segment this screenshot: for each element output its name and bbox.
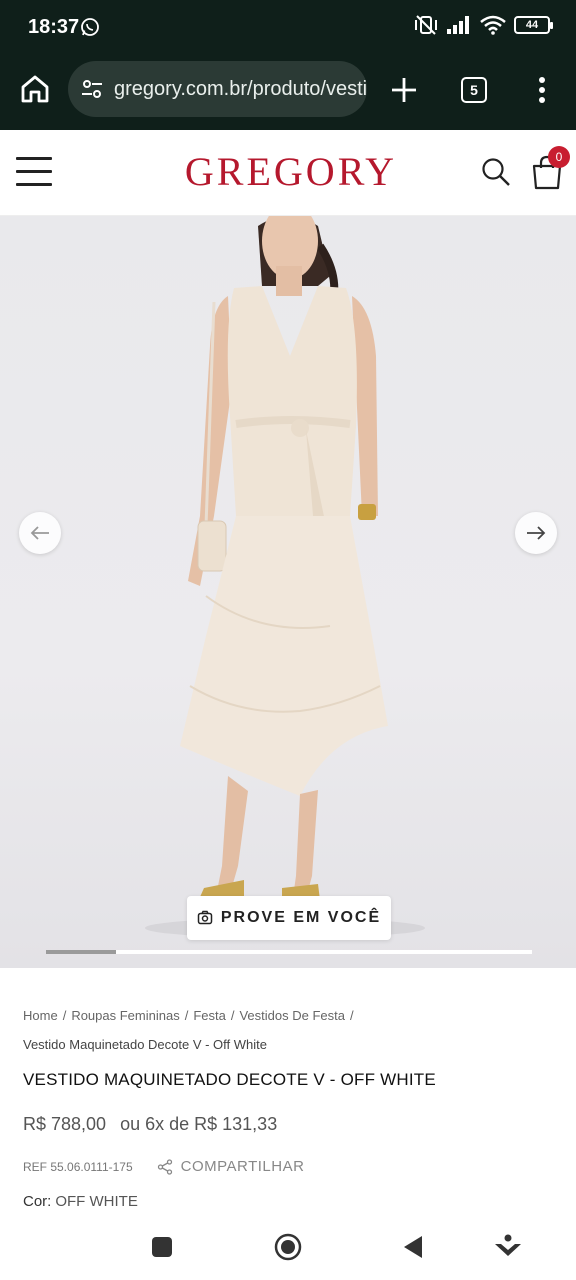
breadcrumb: Home / Roupas Femininas / Festa / Vestidos De … xyxy=(23,1001,563,1059)
product-ref: REF 55.06.0111-175 xyxy=(23,1159,133,1174)
plus-icon[interactable] xyxy=(386,72,422,108)
home-icon[interactable] xyxy=(18,72,52,106)
product-price: R$ 788,00 xyxy=(23,1114,107,1134)
share-label: COMPARTILHAR xyxy=(180,1158,305,1175)
tab-switcher-button[interactable]: 5 xyxy=(461,77,487,103)
color-label: Cor: xyxy=(23,1193,52,1210)
site-logo[interactable]: GREGORY xyxy=(176,148,406,195)
breadcrumb-separator: / xyxy=(230,1008,235,1023)
search-icon[interactable] xyxy=(480,156,512,188)
product-photo xyxy=(145,216,425,938)
home-circle-icon[interactable] xyxy=(273,1232,303,1262)
site-header: GREGORY xyxy=(0,130,576,216)
previous-image-button[interactable] xyxy=(19,512,61,554)
breadcrumb-home[interactable]: Home xyxy=(23,1008,58,1023)
arrow-left-icon xyxy=(30,526,49,540)
breadcrumb-current: Vestido Maquinetado Decote V - Off White xyxy=(23,1037,268,1052)
price-row: R$ 788,00 ou 6x de R$ 131,33 xyxy=(23,1114,277,1135)
wifi-icon xyxy=(480,15,506,35)
status-time: 18:37 xyxy=(28,16,80,38)
signal-icon xyxy=(447,16,469,34)
try-on-label: PROVE EM VOCÊ xyxy=(220,909,382,926)
color-row: Cor: OFF WHITE xyxy=(23,1193,138,1210)
url-text[interactable]: gregory.com.br/produto/vestido-maquineta… xyxy=(114,78,367,101)
status-bar: 18:37 44 xyxy=(0,0,576,56)
breadcrumb-roupas-femininas[interactable]: Roupas Femininas xyxy=(71,1008,179,1023)
browser-chrome: 18:37 44 gregory.com.br/produto/vesti 5 xyxy=(0,0,576,130)
status-icons: 44 xyxy=(414,14,553,36)
breadcrumb-separator: / xyxy=(184,1008,189,1023)
back-icon[interactable] xyxy=(398,1232,428,1262)
hamburger-icon[interactable] xyxy=(16,157,52,187)
next-image-button[interactable] xyxy=(515,512,557,554)
breadcrumb-festa[interactable]: Festa xyxy=(193,1008,226,1023)
gallery-progress-fill xyxy=(46,950,117,954)
camera-icon xyxy=(197,910,213,925)
cart-count-badge[interactable]: 0 xyxy=(548,146,570,168)
assistant-icon[interactable] xyxy=(493,1232,523,1262)
breadcrumb-separator: / xyxy=(62,1008,67,1023)
battery-level: 44 xyxy=(525,19,539,31)
installments: ou 6x de R$ 131,33 xyxy=(120,1114,278,1134)
try-on-button[interactable]: PROVE EM VOCÊ xyxy=(187,896,391,940)
tab-count: 5 xyxy=(470,82,478,98)
share-icon xyxy=(157,1158,172,1175)
vibrate-off-icon xyxy=(415,15,437,35)
recents-icon[interactable] xyxy=(147,1232,177,1262)
url-bar[interactable]: gregory.com.br/produto/vestido-maquineta… xyxy=(68,61,367,117)
battery-icon: 44 xyxy=(514,16,553,34)
product-title: VESTIDO MAQUINETADO DECOTE V - OFF WHITE xyxy=(23,1070,436,1089)
address-bar-row: gregory.com.br/produto/vestido-maquineta… xyxy=(0,58,576,122)
ref-row: REF 55.06.0111-175 COMPARTILHAR xyxy=(23,1158,304,1175)
tune-icon[interactable] xyxy=(80,77,104,101)
whatsapp-icon xyxy=(81,18,99,36)
breadcrumb-separator: / xyxy=(349,1008,354,1023)
color-value: OFF WHITE xyxy=(55,1193,138,1210)
share-button[interactable]: COMPARTILHAR xyxy=(157,1158,305,1175)
product-gallery[interactable]: PROVE EM VOCÊ xyxy=(0,216,576,968)
system-nav-bar xyxy=(0,1218,576,1280)
more-vert-icon[interactable] xyxy=(532,74,552,106)
breadcrumb-vestidos-de-festa[interactable]: Vestidos De Festa xyxy=(239,1008,345,1023)
arrow-right-icon xyxy=(527,526,546,540)
gallery-progress xyxy=(46,950,532,954)
